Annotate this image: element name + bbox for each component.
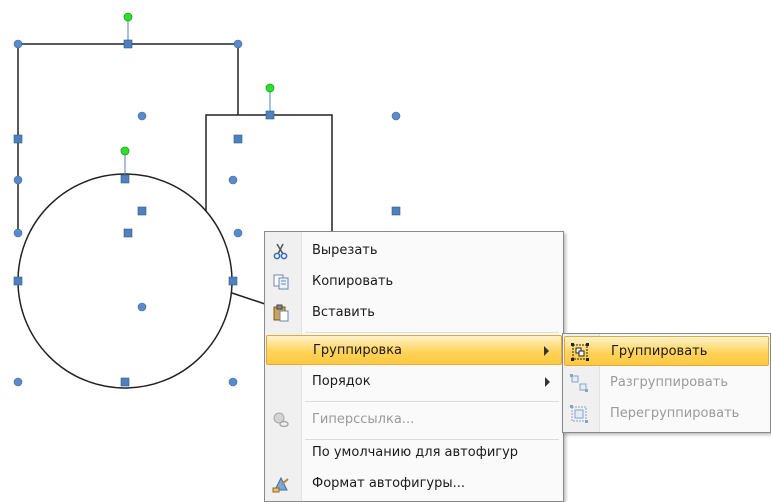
side-handle[interactable]: [265, 110, 275, 120]
corner-handle[interactable]: [228, 175, 238, 185]
menu-item-label: Порядок: [312, 374, 371, 389]
side-handle[interactable]: [123, 228, 133, 238]
menu-item-order[interactable]: Порядок: [266, 367, 562, 397]
side-handle[interactable]: [228, 276, 238, 286]
menu-item-grouping[interactable]: Группировка: [266, 335, 562, 365]
rotation-handle-1[interactable]: [123, 12, 133, 44]
context-menu: Вырезать Копировать Вставить Группировка: [264, 231, 564, 502]
side-handle[interactable]: [13, 134, 23, 144]
corner-handle[interactable]: [13, 377, 23, 387]
side-handle[interactable]: [391, 206, 401, 216]
menu-item-label: Группировать: [611, 344, 708, 359]
menu-separator: [305, 401, 559, 402]
menu-item-group[interactable]: Группировать: [564, 336, 769, 366]
menu-separator: [305, 332, 559, 333]
regroup-icon: [568, 403, 590, 425]
side-handle[interactable]: [120, 377, 130, 387]
menu-item-label: Вставить: [312, 305, 375, 320]
copy-icon: [270, 271, 292, 293]
side-handle[interactable]: [123, 39, 133, 49]
submenu-arrow-icon: [544, 346, 549, 356]
paste-icon: [270, 302, 292, 324]
menu-item-format-autoshape[interactable]: Формат автофигуры...: [266, 469, 562, 499]
menu-item-label: Формат автофигуры...: [312, 476, 466, 491]
rectangle-shape-2[interactable]: [205, 114, 333, 232]
side-handle[interactable]: [137, 206, 147, 216]
side-handle[interactable]: [120, 174, 130, 184]
side-handle[interactable]: [233, 134, 243, 144]
menu-item-label: Вырезать: [312, 243, 378, 258]
corner-handle[interactable]: [13, 228, 23, 238]
side-handle[interactable]: [13, 276, 23, 286]
menu-item-label: По умолчанию для автофигур: [312, 445, 519, 460]
menu-item-label: Группировка: [313, 343, 403, 358]
corner-handle[interactable]: [228, 377, 238, 387]
corner-handle[interactable]: [137, 302, 147, 312]
hyperlink-icon: [270, 409, 292, 431]
format-shape-icon: [270, 473, 292, 495]
corner-handle[interactable]: [233, 228, 243, 238]
corner-handle[interactable]: [13, 175, 23, 185]
menu-item-label: Копировать: [312, 274, 394, 289]
menu-item-autoshape-defaults[interactable]: По умолчанию для автофигур: [266, 438, 562, 468]
menu-item-ungroup[interactable]: Разгруппировать: [564, 368, 769, 398]
menu-item-label: Разгруппировать: [610, 375, 729, 390]
menu-item-label: Перегруппировать: [610, 406, 740, 421]
corner-handle[interactable]: [13, 39, 23, 49]
group-icon: [569, 341, 591, 363]
menu-item-hyperlink[interactable]: Гиперссылка...: [266, 405, 562, 435]
menu-item-copy[interactable]: Копировать: [266, 267, 562, 297]
scissors-icon: [270, 240, 292, 262]
corner-handle[interactable]: [137, 111, 147, 121]
grouping-submenu: Группировать Разгруппировать Перегруппир…: [562, 333, 771, 433]
rotation-handle-2[interactable]: [265, 83, 275, 115]
corner-handle[interactable]: [391, 111, 401, 121]
menu-item-regroup[interactable]: Перегруппировать: [564, 399, 769, 429]
menu-item-cut[interactable]: Вырезать: [266, 236, 562, 266]
menu-item-label: Гиперссылка...: [312, 412, 415, 427]
submenu-arrow-icon: [545, 377, 550, 387]
ungroup-icon: [568, 372, 590, 394]
menu-item-paste[interactable]: Вставить: [266, 298, 562, 328]
corner-handle[interactable]: [233, 39, 243, 49]
